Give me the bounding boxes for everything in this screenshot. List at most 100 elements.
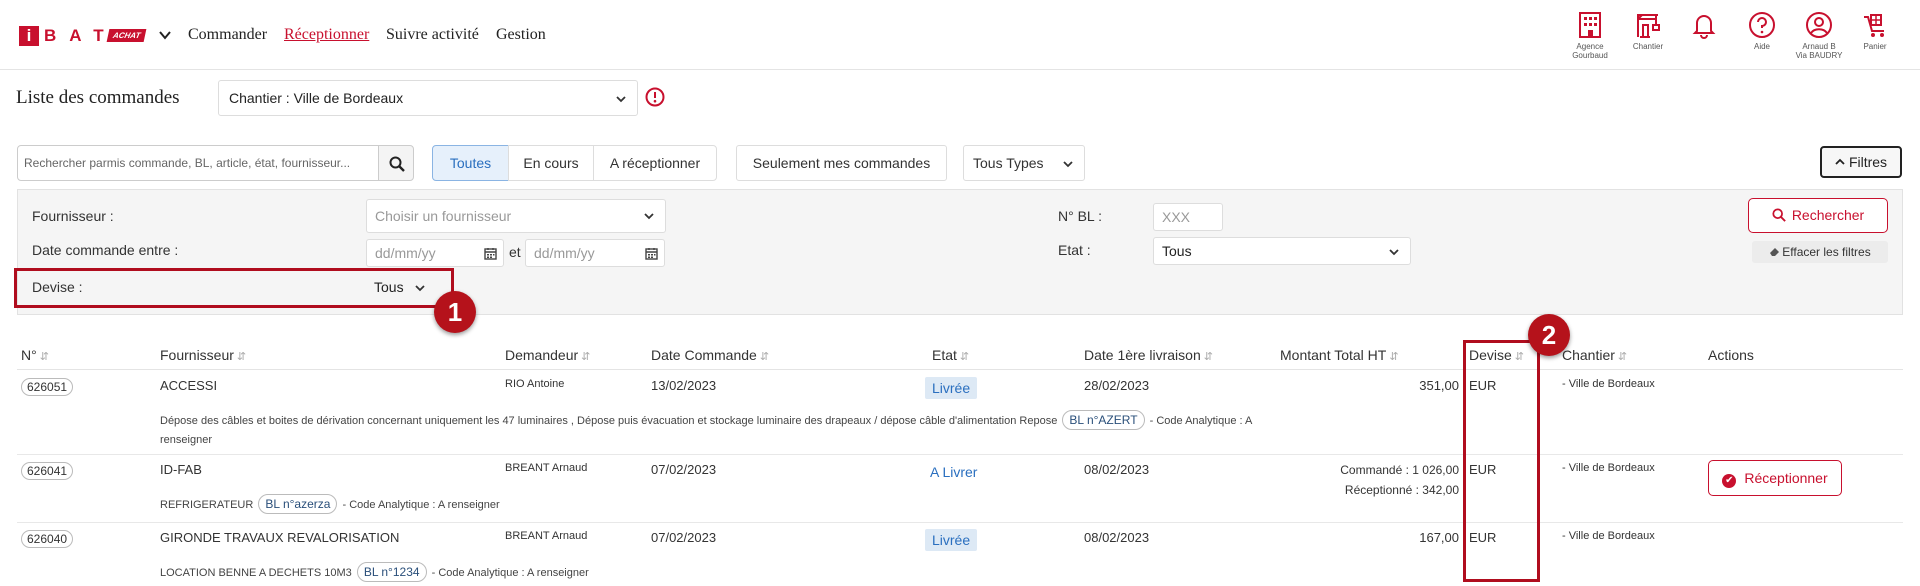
chevron-down-icon <box>644 213 654 220</box>
rechercher-label: Rechercher <box>1791 207 1865 223</box>
filters-toggle-label: Filtres <box>1848 154 1888 170</box>
search-icon <box>389 156 405 172</box>
montant-commande-cell: Commandé : 1 026,00 <box>1340 463 1459 477</box>
row-divider <box>17 454 1903 455</box>
column-header-chantier[interactable]: Chantier ⇵ <box>1562 347 1627 363</box>
search-button[interactable] <box>378 145 414 181</box>
bl-input[interactable]: XXX <box>1153 203 1223 231</box>
fournisseur-cell: GIRONDE TRAVAUX REVALORISATION <box>160 530 400 545</box>
date-from-input[interactable]: dd/mm/yy <box>366 239 504 267</box>
date-commande-cell: 07/02/2023 <box>651 530 717 545</box>
search-icon <box>1772 208 1786 222</box>
cart-icon <box>1864 14 1884 37</box>
sort-icon: ⇵ <box>236 351 247 363</box>
annotation-box-devise <box>14 268 454 308</box>
logo-tag: ACHAT <box>106 29 147 42</box>
chantier-cell: - Ville de Bordeaux <box>1562 462 1655 474</box>
calendar-icon[interactable] <box>484 247 497 260</box>
help-icon <box>1749 12 1775 38</box>
user-label: Arnaud B <box>1802 42 1836 51</box>
order-description-line2: renseigner <box>160 434 212 446</box>
filters-toggle-button[interactable]: Filtres <box>1820 146 1902 178</box>
chevron-down-icon <box>616 96 626 103</box>
chantier-cell: - Ville de Bordeaux <box>1562 378 1655 390</box>
bl-label: N° BL : <box>1058 208 1102 224</box>
sort-icon: ⇵ <box>959 351 970 363</box>
column-header-demandeur[interactable]: Demandeur ⇵ <box>505 347 590 363</box>
search-input[interactable]: Rechercher parmis commande, BL, article,… <box>17 145 379 181</box>
building-icon <box>1579 12 1601 38</box>
rechercher-button[interactable]: Rechercher <box>1748 198 1888 233</box>
types-select[interactable]: Tous Types <box>963 145 1085 181</box>
date-to-input[interactable]: dd/mm/yy <box>525 239 665 267</box>
chantier-button[interactable]: Chantier <box>1623 11 1673 51</box>
chevron-down-icon <box>1063 161 1073 168</box>
order-description: Dépose des câbles et boites de dérivatio… <box>160 410 1260 431</box>
date-to-placeholder: dd/mm/yy <box>534 245 595 261</box>
demandeur-cell: RIO Antoine <box>505 378 565 390</box>
montant-cell: 351,00 <box>1419 378 1459 393</box>
date-from-placeholder: dd/mm/yy <box>375 245 436 261</box>
column-header-actions: Actions <box>1708 347 1754 363</box>
bl-link[interactable]: BL n°AZERT <box>1062 410 1145 430</box>
user-menu-button[interactable]: Arnaud B Via BAUDRY <box>1794 11 1844 60</box>
demandeur-cell: BREANT Arnaud <box>505 462 588 474</box>
status-badge: Livrée <box>925 529 978 551</box>
chantier-label: Chantier <box>1632 42 1664 51</box>
chantier-select-value: Chantier : Ville de Bordeaux <box>229 90 404 106</box>
calendar-icon[interactable] <box>645 247 658 260</box>
segment-a-receptionner[interactable]: A réceptionner <box>593 145 717 181</box>
etat-select-value: Tous <box>1162 243 1192 259</box>
bl-link[interactable]: BL n°azerza <box>258 494 338 514</box>
panier-label: Panier <box>1863 42 1887 51</box>
order-number[interactable]: 626041 <box>21 462 74 480</box>
panier-button[interactable]: Panier <box>1850 11 1900 51</box>
nav-gestion[interactable]: Gestion <box>496 26 546 44</box>
date-livraison-cell: 08/02/2023 <box>1084 462 1150 477</box>
chevron-down-icon <box>1389 249 1399 256</box>
chantier-select[interactable]: Chantier : Ville de Bordeaux <box>218 80 638 116</box>
bl-link[interactable]: BL n°1234 <box>356 562 427 582</box>
column-header-no[interactable]: N° ⇵ <box>21 347 49 363</box>
aide-button[interactable]: Aide <box>1737 11 1787 51</box>
notifications-button[interactable] <box>1679 11 1729 39</box>
column-header-montant[interactable]: Montant Total HT ⇵ <box>1280 347 1399 363</box>
column-header-date-livraison[interactable]: Date 1ère livraison ⇵ <box>1084 347 1213 363</box>
annotation-number: 2 <box>1528 314 1570 356</box>
nav-receptionner[interactable]: Réceptionner <box>284 26 369 44</box>
date-livraison-cell: 08/02/2023 <box>1084 530 1150 545</box>
order-number[interactable]: 626051 <box>21 378 74 396</box>
column-header-fournisseur[interactable]: Fournisseur ⇵ <box>160 347 246 363</box>
order-description: LOCATION BENNE A DECHETS 10M3 BL n°1234 … <box>160 562 589 583</box>
segment-en-cours[interactable]: En cours <box>508 145 594 181</box>
segment-toutes[interactable]: Toutes <box>432 145 509 181</box>
chevron-up-icon <box>1835 158 1845 165</box>
logo-brand[interactable]: BAT <box>44 26 117 46</box>
nav-suivre-activite[interactable]: Suivre activité <box>386 26 479 44</box>
sort-icon: ⇵ <box>1389 351 1399 363</box>
logo-mark[interactable]: i <box>19 26 39 46</box>
nav-commander[interactable]: Commander <box>188 26 267 44</box>
etat-select[interactable]: Tous <box>1153 237 1411 265</box>
receptionner-label: Réceptionner <box>1744 470 1828 486</box>
sort-icon: ⇵ <box>39 351 49 363</box>
chantier-cell: - Ville de Bordeaux <box>1562 530 1655 542</box>
sort-icon: ⇵ <box>1617 351 1628 363</box>
check-circle-icon: ✔ <box>1722 474 1737 488</box>
mine-only-button[interactable]: Seulement mes commandes <box>736 145 947 181</box>
annotation-number: 1 <box>434 291 476 333</box>
fournisseur-select[interactable]: Choisir un fournisseur <box>366 199 666 233</box>
chevron-down-icon[interactable] <box>158 28 172 42</box>
fournisseur-label: Fournisseur : <box>32 208 114 224</box>
column-header-etat[interactable]: Etat ⇵ <box>932 347 969 363</box>
receptionner-button[interactable]: ✔ Réceptionner <box>1708 460 1842 496</box>
column-header-date-commande[interactable]: Date Commande ⇵ <box>651 347 769 363</box>
agence-button[interactable]: Agence Gourbaud <box>1565 11 1615 60</box>
sort-icon: ⇵ <box>581 351 591 363</box>
sort-icon: ⇵ <box>1203 351 1213 363</box>
fournisseur-cell: ID-FAB <box>160 462 202 477</box>
crane-icon <box>1637 14 1660 38</box>
info-icon[interactable] <box>645 87 665 107</box>
clear-filters-button[interactable]: Effacer les filtres <box>1752 241 1888 263</box>
order-number[interactable]: 626040 <box>21 530 74 548</box>
